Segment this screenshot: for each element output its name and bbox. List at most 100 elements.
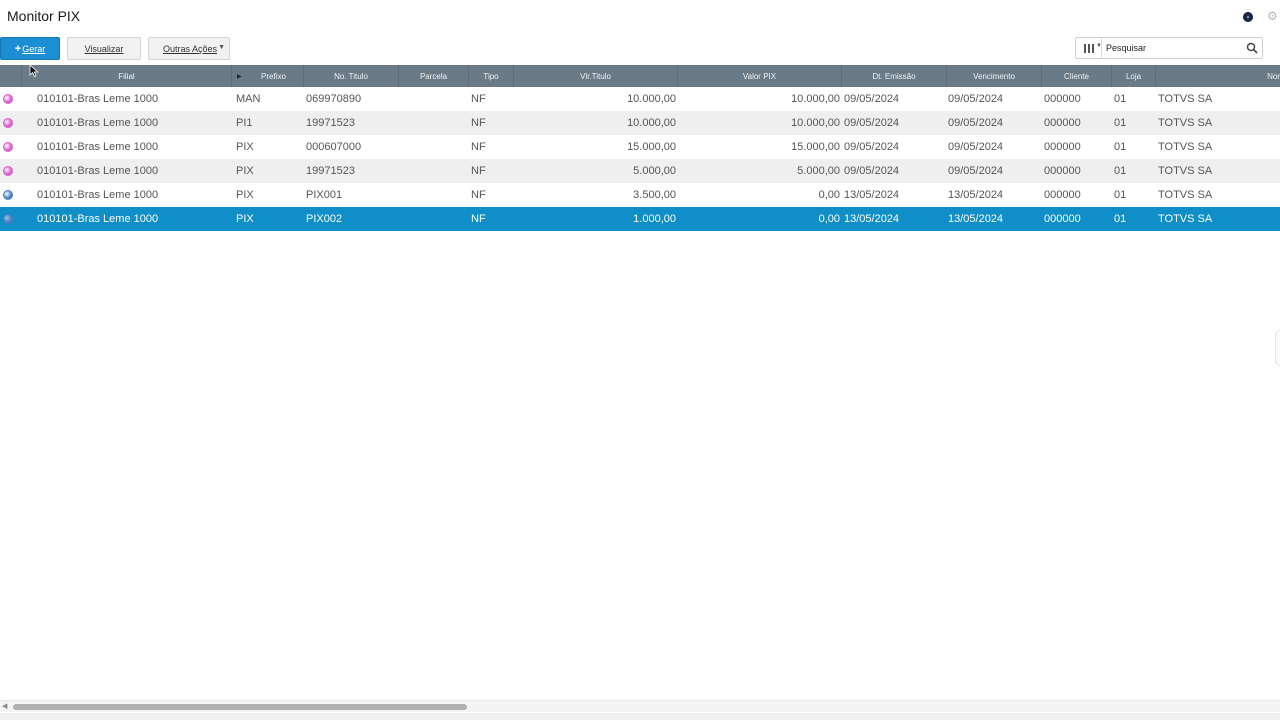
gerar-button-label: Gerar (22, 43, 46, 54)
cell-parcela (402, 87, 462, 111)
cell-cliente: 000000 (1044, 165, 1081, 177)
cell-vencimento: 09/05/2024 (948, 93, 1004, 105)
column-header-no-titulo[interactable]: No. Titulo (304, 65, 399, 87)
outras-acoes-button[interactable]: Outras Ações ▼ (148, 37, 230, 60)
cell-filial: 010101-Bras Leme 1000 (37, 93, 159, 105)
table-row[interactable]: 010101-Bras Leme 1000 PI1 19971523 NF 10.000… (0, 111, 1280, 135)
cell-dt-emissao: 09/05/2024 (844, 93, 900, 105)
cell-dt-emissao: 09/05/2024 (844, 141, 900, 153)
cell-cliente: 000000 (1044, 93, 1081, 105)
cell-no-titulo: 19971523 (306, 165, 355, 177)
table-row[interactable]: 010101-Bras Leme 1000 PIX 000607000 NF 15.00… (0, 135, 1280, 159)
cell-dt-emissao: 09/05/2024 (844, 165, 900, 177)
cell-cliente: 000000 (1044, 213, 1081, 225)
status-indicator-icon[interactable] (1243, 12, 1253, 22)
status-legend-icon[interactable] (3, 142, 13, 152)
cell-nome: TOTVS SA (1158, 141, 1213, 153)
cell-vlr-titulo: 1.000,00 (633, 213, 676, 225)
data-grid: Filial Prefixo No. Titulo Parcela Tipo V… (0, 65, 1280, 231)
cell-vencimento: 09/05/2024 (948, 165, 1004, 177)
cell-valor-pix: 0,00 (818, 213, 840, 225)
cell-prefixo: PIX (236, 189, 254, 201)
status-legend-icon[interactable] (3, 166, 13, 176)
table-row[interactable]: 010101-Bras Leme 1000 PIX PIX001 NF 3.500,00… (0, 183, 1280, 207)
cell-vencimento: 09/05/2024 (948, 117, 1004, 129)
cell-valor-pix: 10.000,00 (791, 117, 840, 129)
side-panel-handle[interactable] (1275, 330, 1280, 366)
gerar-button[interactable]: + Gerar (0, 37, 60, 60)
toolbar: + Gerar Visualizar Outras Ações ▼ ▼ (0, 37, 1280, 61)
mouse-pointer-icon (29, 64, 39, 78)
cell-valor-pix: 0,00 (818, 189, 840, 201)
cell-no-titulo: PIX002 (306, 213, 343, 225)
cell-valor-pix: 15.000,00 (791, 141, 840, 153)
cell-valor-pix: 10.000,00 (791, 93, 840, 105)
column-header-prefixo[interactable]: Prefixo (232, 65, 304, 87)
column-header-filial[interactable]: Filial (22, 65, 232, 87)
column-header-nome[interactable]: Nor (1156, 65, 1280, 87)
cell-loja: 01 (1114, 117, 1127, 129)
cell-prefixo: PIX (236, 213, 254, 225)
cell-filial: 010101-Bras Leme 1000 (37, 117, 159, 129)
cell-nome: TOTVS SA (1158, 165, 1213, 177)
column-header-status[interactable] (0, 65, 22, 87)
table-row[interactable]: 010101-Bras Leme 1000 PIX 19971523 NF 5.000,… (0, 159, 1280, 183)
cell-filial: 010101-Bras Leme 1000 (37, 141, 159, 153)
status-legend-icon[interactable] (3, 190, 13, 200)
sort-arrow-icon: ▶ (237, 74, 242, 80)
cell-dt-emissao: 13/05/2024 (844, 189, 900, 201)
columns-caret-icon[interactable]: ▼ (1096, 43, 1102, 49)
cell-no-titulo: 069970890 (306, 93, 362, 105)
outras-acoes-label: Outras Ações (163, 43, 218, 54)
cell-filial: 010101-Bras Leme 1000 (37, 213, 159, 225)
column-header-valor-pix[interactable]: Valor PIX (678, 65, 842, 87)
cell-no-titulo: 19971523 (306, 117, 355, 129)
cell-parcela (402, 207, 462, 231)
chevron-down-icon: ▼ (218, 44, 225, 51)
column-header-dt-emissao[interactable]: Dt. Emissão (842, 65, 947, 87)
cell-tipo: NF (471, 213, 486, 225)
cell-vlr-titulo: 15.000,00 (627, 141, 676, 153)
cell-tipo: NF (471, 189, 486, 201)
table-row[interactable]: 010101-Bras Leme 1000 MAN 069970890 NF 10.00… (0, 87, 1280, 111)
column-header-parcela[interactable]: Parcela (399, 65, 469, 87)
columns-icon (1083, 43, 1094, 53)
cell-nome: TOTVS SA (1158, 93, 1213, 105)
cell-vlr-titulo: 10.000,00 (627, 117, 676, 129)
column-header-vencimento[interactable]: Vencimento (947, 65, 1042, 87)
cell-vencimento: 09/05/2024 (948, 141, 1004, 153)
column-header-cliente[interactable]: Cliente (1042, 65, 1112, 87)
cell-nome: TOTVS SA (1158, 117, 1213, 129)
cell-cliente: 000000 (1044, 141, 1081, 153)
grid-header: Filial Prefixo No. Titulo Parcela Tipo V… (0, 65, 1280, 87)
search-input[interactable] (1106, 40, 1242, 56)
cell-no-titulo: PIX001 (306, 189, 343, 201)
column-header-loja[interactable]: Loja (1112, 65, 1156, 87)
column-header-tipo[interactable]: Tipo (469, 65, 514, 87)
scroll-left-arrow-icon[interactable]: ◀ (2, 702, 7, 710)
footer-strip (0, 713, 1280, 720)
visualizar-button[interactable]: Visualizar (67, 37, 141, 60)
search-icon[interactable] (1246, 42, 1258, 54)
horizontal-scrollbar[interactable]: ◀ (0, 700, 1280, 712)
cell-tipo: NF (471, 141, 486, 153)
status-legend-icon[interactable] (3, 118, 13, 128)
grid-body: 010101-Bras Leme 1000 MAN 069970890 NF 10.00… (0, 87, 1280, 231)
cell-dt-emissao: 13/05/2024 (844, 213, 900, 225)
cell-tipo: NF (471, 165, 486, 177)
cell-nome: TOTVS SA (1158, 189, 1213, 201)
column-header-vlr-titulo[interactable]: Vlr.Titulo (514, 65, 678, 87)
page-title: Monitor PIX (7, 8, 81, 24)
cell-prefixo: PIX (236, 165, 254, 177)
search-box: ▼ (1075, 37, 1263, 59)
plus-icon: + (14, 42, 22, 55)
scrollbar-thumb[interactable] (13, 704, 467, 710)
status-legend-icon[interactable] (3, 94, 13, 104)
cell-tipo: NF (471, 93, 486, 105)
settings-gear-icon[interactable]: ⚙ (1267, 9, 1278, 23)
cell-loja: 01 (1114, 189, 1127, 201)
cell-vlr-titulo: 3.500,00 (633, 189, 676, 201)
status-legend-icon[interactable] (3, 214, 13, 224)
table-row-selected[interactable]: 010101-Bras Leme 1000 PIX PIX002 NF 1.000,00… (0, 207, 1280, 231)
cell-parcela (402, 111, 462, 135)
